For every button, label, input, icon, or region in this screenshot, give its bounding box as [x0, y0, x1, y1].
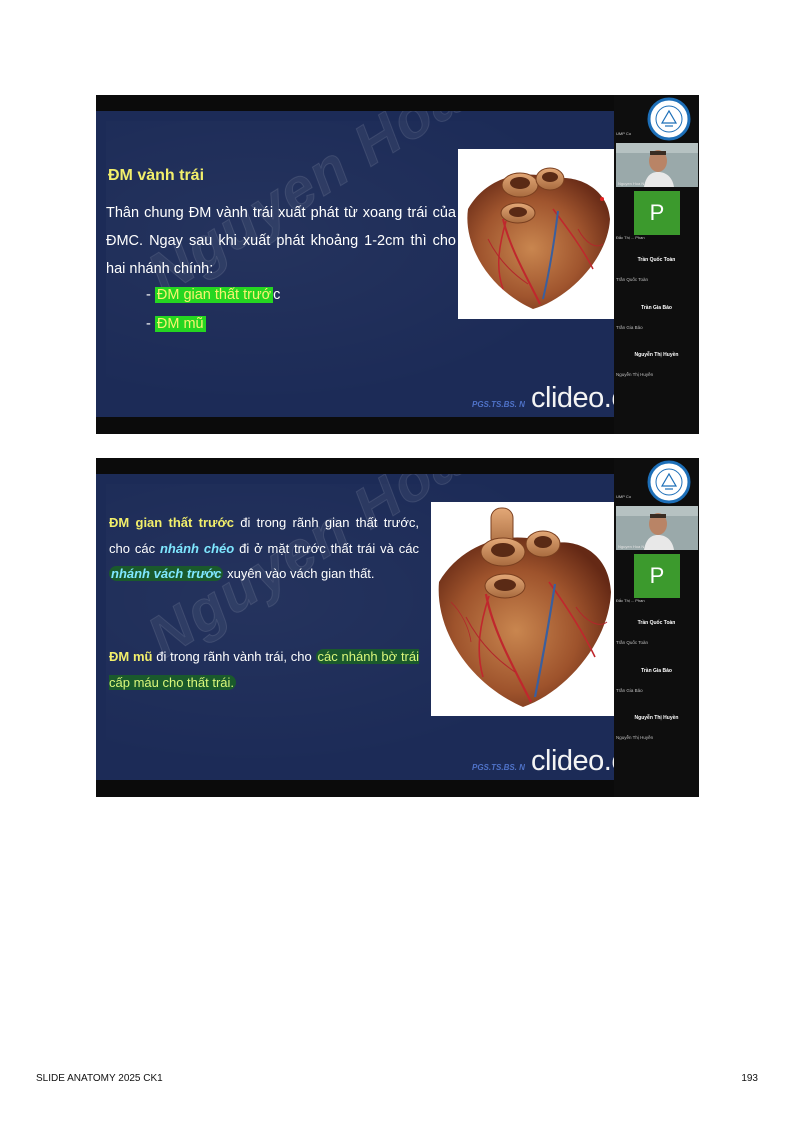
footer-title: SLIDE ANATOMY 2025 CK1 — [36, 1073, 163, 1084]
bullet-tail: c — [273, 287, 281, 303]
presenter-watermark: PGS.TS.BS. N — [472, 763, 525, 772]
participant-name[interactable]: Nguyễn Thị Huyền — [614, 715, 699, 721]
clideo-watermark: clideo.com — [531, 745, 614, 777]
university-logo-icon — [647, 460, 691, 504]
umb-label: UMP Co — [616, 494, 632, 499]
umb-label: UMP Co — [616, 131, 632, 136]
text-run: đi trong rãnh vành trái, cho — [152, 649, 316, 664]
participant-avatar[interactable]: P — [634, 554, 680, 598]
slide-body-text: Thân chung ĐM vành trái xuất phát từ xoa… — [106, 205, 456, 277]
bullet-dash: - — [146, 316, 155, 332]
slide-content: Nguyen Hoa ĐM vành trái Thân chung ĐM và… — [96, 111, 614, 417]
highlight-text: ĐM mũ — [154, 316, 206, 332]
participant-name[interactable]: Trần Quốc Toàn — [614, 620, 699, 626]
bullet-item: - ĐM gian thất trướ c — [146, 287, 280, 303]
heart-illustration — [458, 149, 614, 319]
keyword: nhánh vách trước — [109, 566, 224, 581]
slide-1: Nguyen Hoa ĐM vành trái Thân chung ĐM và… — [96, 95, 699, 434]
paragraph-anterior-interventricular: ĐM gian thất trước đi trong rãnh gian th… — [109, 510, 419, 587]
speaker-video-tile[interactable]: Nguyen Hoa N — [616, 143, 698, 187]
heart-image — [467, 167, 610, 309]
participant-label: Nguyễn Thị Huyền — [616, 735, 654, 740]
keyword: ĐM mũ — [109, 649, 153, 664]
slide-2: Nguyen Hoa ĐM gian thất trước đi trong r… — [96, 458, 699, 797]
participant-name[interactable]: Trần Quốc Toàn — [614, 257, 699, 263]
speaker-video-tile[interactable]: Nguyen Hoa N — [616, 506, 698, 550]
heart-image — [438, 507, 611, 707]
heart-illustration — [431, 502, 614, 716]
participant-label: Nguyễn Thị Huyền — [616, 372, 654, 377]
participant-name[interactable]: Trần Gia Bảo — [614, 305, 699, 311]
highlight-text: ĐM gian thất trướ — [154, 287, 274, 303]
text-run: đi ở mặt trước thất trái và các — [234, 540, 419, 556]
participant-label: Trần Gia Bảo — [616, 688, 643, 693]
presenter-watermark: PGS.TS.BS. N — [472, 400, 525, 409]
clideo-watermark: clideo.com — [531, 382, 614, 414]
bullet-dash: - — [146, 287, 155, 303]
participant-label: Trần Quốc Toàn — [616, 277, 649, 282]
meeting-sidebar: UMP Co Nguyen Hoa N P Đắc Thị ... Phan T… — [614, 458, 699, 797]
participant-avatar[interactable]: P — [634, 191, 680, 235]
avatar-name: Đắc Thị ... Phan — [616, 598, 645, 603]
tile-label: Nguyen Hoa N — [618, 181, 645, 186]
university-logo-icon — [647, 97, 691, 141]
participant-label: Trần Gia Bảo — [616, 325, 643, 330]
keyword: ĐM gian thất trước — [109, 515, 234, 530]
paragraph-circumflex: ĐM mũ đi trong rãnh vành trái, cho các n… — [109, 644, 420, 695]
participant-label: Trần Quốc Toàn — [616, 640, 649, 645]
presenter-name: PGS.TS.BS. N — [472, 763, 525, 772]
participant-name[interactable]: Trần Gia Bảo — [614, 668, 699, 674]
page-number: 193 — [741, 1073, 758, 1084]
avatar-name: Đắc Thị ... Phan — [616, 235, 645, 240]
meeting-sidebar: UMP Co Nguyen Hoa N P Đắc Thị ... Phan T… — [614, 95, 699, 434]
text-run: xuyên vào vách gian thất. — [223, 566, 375, 581]
slide-title: ĐM vành trái — [108, 167, 205, 184]
participant-name[interactable]: Nguyễn Thị Huyền — [614, 352, 699, 358]
presenter-name: PGS.TS.BS. N — [472, 400, 525, 409]
tile-label: Nguyen Hoa N — [618, 544, 645, 549]
slide-content: Nguyen Hoa ĐM gian thất trước đi trong r… — [96, 474, 614, 780]
bullet-item: - ĐM mũ — [146, 316, 206, 332]
keyword: nhánh chéo — [159, 540, 235, 556]
